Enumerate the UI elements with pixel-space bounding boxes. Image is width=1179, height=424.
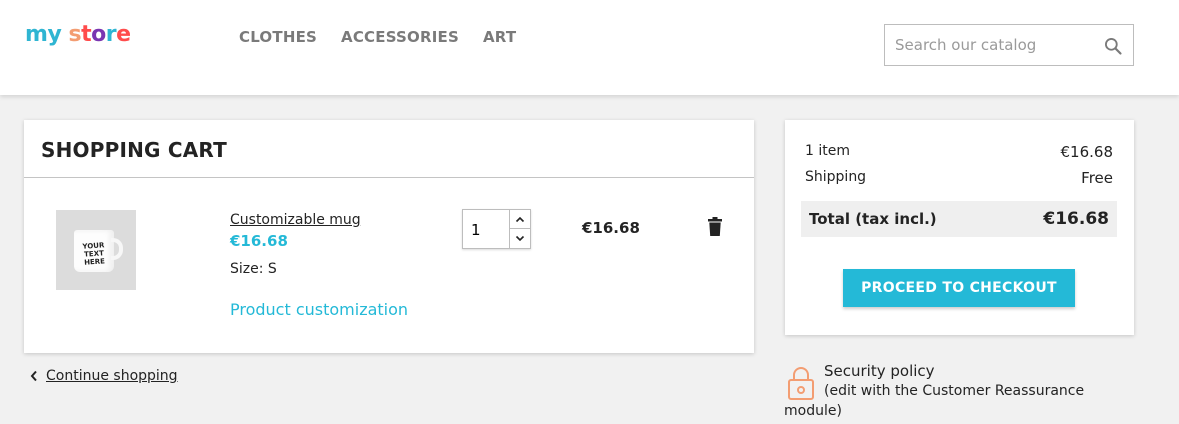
store-logo[interactable]: my store <box>25 22 131 47</box>
logo-letter <box>61 22 68 47</box>
summary-shipping-row: Shipping Free <box>805 169 1113 187</box>
quantity-decrease-button[interactable] <box>509 229 530 248</box>
summary-total-row: Total (tax incl.) €16.68 <box>801 201 1117 237</box>
nav-accessories[interactable]: ACCESSORIES <box>341 28 459 46</box>
reassurance-description-cont: module) <box>784 403 842 419</box>
chevron-up-icon <box>515 216 525 222</box>
logo-letter: s <box>68 22 82 47</box>
summary-items-row: 1 item €16.68 <box>805 143 1113 161</box>
quantity-input[interactable] <box>471 220 507 240</box>
mug-print-text: YOUR TEXT HERE <box>82 241 106 267</box>
divider <box>24 177 754 178</box>
reassurance-title: Security policy <box>824 362 935 380</box>
product-name[interactable]: Customizable mug <box>230 212 361 228</box>
continue-shopping-link[interactable]: Continue shopping <box>30 368 178 384</box>
nav-art[interactable]: ART <box>483 28 516 46</box>
search-box <box>884 24 1134 66</box>
chevron-down-icon <box>515 235 525 242</box>
search-icon[interactable] <box>1103 36 1123 56</box>
logo-letter: r <box>105 22 117 47</box>
shopping-cart-panel: SHOPPING CART YOUR TEXT HERE Customizabl… <box>24 120 754 353</box>
cart-summary: 1 item €16.68 Shipping Free Total (tax i… <box>785 120 1134 335</box>
size-value: S <box>267 261 277 277</box>
site-header: my store CLOTHES ACCESSORIES ART <box>0 0 1179 95</box>
logo-letter: m <box>25 22 48 47</box>
shipping-value: Free <box>1081 169 1113 187</box>
nav-clothes[interactable]: CLOTHES <box>239 28 317 46</box>
product-thumbnail[interactable]: YOUR TEXT HERE <box>56 210 136 290</box>
product-price: €16.68 <box>230 232 288 250</box>
quantity-stepper <box>462 209 531 249</box>
total-value: €16.68 <box>1043 209 1109 229</box>
search-input[interactable] <box>895 33 1095 57</box>
continue-shopping-label: Continue shopping <box>46 368 178 384</box>
size-label: Size: <box>230 261 264 277</box>
chevron-left-icon <box>30 370 37 382</box>
logo-letter: t <box>81 22 92 47</box>
logo-letter: y <box>47 22 62 47</box>
logo-letter: e <box>116 22 131 47</box>
logo-letter: o <box>91 22 106 47</box>
proceed-to-checkout-button[interactable]: PROCEED TO CHECKOUT <box>843 269 1075 307</box>
main-nav: CLOTHES ACCESSORIES ART <box>239 28 516 46</box>
quantity-increase-button[interactable] <box>509 210 530 229</box>
trash-icon[interactable] <box>708 217 722 236</box>
mug-handle <box>111 238 123 260</box>
lock-icon <box>788 367 814 400</box>
product-size: Size: S <box>230 261 277 277</box>
items-subtotal: €16.68 <box>1060 143 1114 161</box>
shipping-label: Shipping <box>805 169 867 185</box>
total-label: Total (tax incl.) <box>809 210 937 228</box>
page-title: SHOPPING CART <box>41 138 227 162</box>
items-count: 1 item <box>805 143 850 159</box>
line-total: €16.68 <box>582 219 640 237</box>
reassurance-description: (edit with the Customer Reassurance <box>824 383 1085 399</box>
product-customization-link[interactable]: Product customization <box>230 300 408 319</box>
